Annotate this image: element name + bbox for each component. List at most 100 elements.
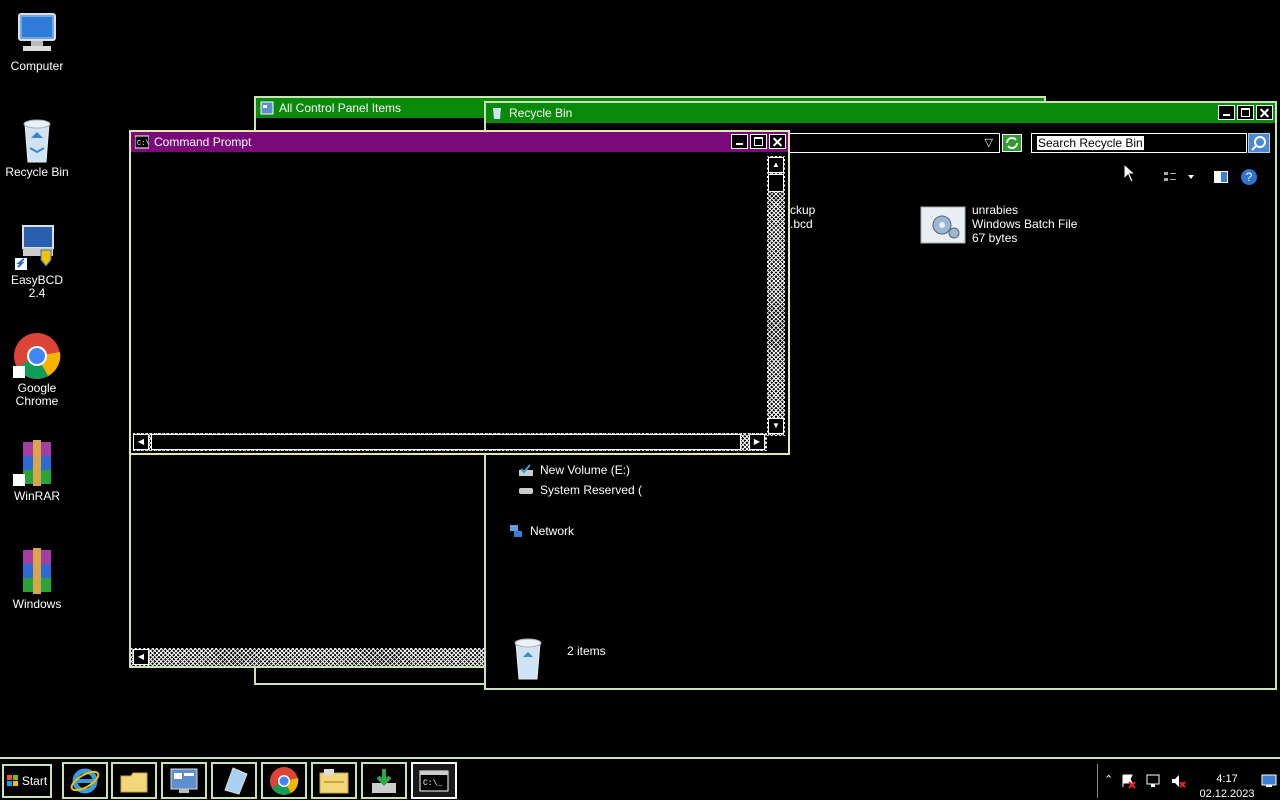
horizontal-scrollbar[interactable]: ◀ ▶ <box>133 433 767 451</box>
refresh-button[interactable] <box>1002 134 1022 152</box>
chrome-icon <box>270 766 299 795</box>
taskbar: Start C:\_ ⌃ 4:17 02.12.2023 <box>0 757 1280 800</box>
taskbar-file-explorer[interactable] <box>311 762 357 799</box>
desktop-icon-label: EasyBCD 2.4 <box>10 273 63 300</box>
volume-muted-icon[interactable] <box>1170 773 1186 789</box>
vertical-scrollbar[interactable]: ▲ ▼ <box>767 156 785 436</box>
desktop-icon-label: Recycle Bin <box>5 165 69 179</box>
windows-logo-icon <box>6 775 18 786</box>
drive-icon <box>519 488 533 494</box>
file-name: unrabies <box>972 203 1019 217</box>
taskbar-notepad[interactable] <box>211 762 257 799</box>
scroll-left-button[interactable]: ◀ <box>133 649 149 665</box>
folder-icon <box>120 772 148 792</box>
easybcd-icon <box>13 224 61 272</box>
file-item-unrabies[interactable]: unrabies Windows Batch File 67 bytes <box>920 203 1120 251</box>
view-options-button[interactable] <box>1162 169 1198 185</box>
command-prompt-lower-area: ◀ <box>129 452 486 668</box>
desktop-icon-windows-archive[interactable]: Windows <box>2 548 72 611</box>
close-button[interactable] <box>1256 105 1273 120</box>
console-output[interactable] <box>135 156 765 434</box>
search-input[interactable]: Search Recycle Bin <box>1031 133 1247 153</box>
cmd-icon: C:\_ <box>419 770 449 791</box>
desktop-icon-easybcd[interactable]: EasyBCD 2.4 <box>2 224 72 300</box>
chrome-icon <box>13 332 61 380</box>
taskbar-control-panel[interactable] <box>161 762 207 799</box>
desktop-icon-chrome[interactable]: Google Chrome <box>2 332 72 408</box>
drive-icon <box>519 464 533 476</box>
desktop-icon-label: Computer <box>10 59 64 73</box>
taskbar-download[interactable] <box>361 762 407 799</box>
help-button[interactable]: ? <box>1240 168 1258 186</box>
action-center-icon[interactable] <box>1120 773 1136 789</box>
maximize-button[interactable] <box>750 134 767 149</box>
system-tray: ⌃ 4:17 02.12.2023 <box>1097 764 1280 800</box>
file-item-partial[interactable]: ckup .bcd <box>790 203 815 231</box>
svg-text:C:\_: C:\_ <box>423 779 442 788</box>
batch-file-icon <box>920 206 966 244</box>
svg-text:C:\: C:\ <box>137 140 149 148</box>
search-button[interactable] <box>1248 133 1270 153</box>
file-explorer-icon <box>319 768 349 793</box>
svg-text:?: ? <box>1246 170 1253 184</box>
close-button[interactable] <box>769 134 786 149</box>
recycle-bin-icon <box>493 108 501 119</box>
desktop-icon-winrar[interactable]: WinRAR <box>2 440 72 503</box>
help-icon: ? <box>1241 169 1257 185</box>
desktop-icon-recycle-bin[interactable]: Recycle Bin <box>2 116 72 179</box>
network-icon <box>510 525 522 537</box>
window-title: Recycle Bin <box>509 106 573 120</box>
preview-pane-icon <box>1214 171 1228 183</box>
scroll-left-button[interactable]: ◀ <box>133 434 149 450</box>
desktop-icon-label: Windows <box>12 597 62 611</box>
scroll-right-button[interactable]: ▶ <box>749 434 765 450</box>
show-hidden-icons-button[interactable]: ⌃ <box>1104 773 1113 786</box>
scroll-thumb[interactable] <box>151 434 741 450</box>
tree-item-new-volume-e[interactable]: New Volume (E:) <box>518 463 630 477</box>
taskbar-chrome[interactable] <box>261 762 307 799</box>
maximize-button[interactable] <box>1237 105 1254 120</box>
status-item-count: 2 items <box>567 644 606 658</box>
control-panel-icon <box>170 768 198 793</box>
mouse-cursor-icon <box>1123 163 1137 183</box>
desktop-icon-label: Google Chrome <box>15 381 59 408</box>
control-panel-icon <box>260 101 274 115</box>
horizontal-scrollbar-track[interactable]: ◀ <box>131 648 484 666</box>
computer-icon <box>13 10 61 58</box>
recycle-bin-icon <box>514 638 542 680</box>
search-icon <box>1251 136 1266 151</box>
chevron-down-icon[interactable]: ▽ <box>985 136 993 149</box>
minimize-button[interactable] <box>1218 105 1235 120</box>
network-tray-icon[interactable] <box>1145 773 1161 789</box>
preview-pane-button[interactable] <box>1213 169 1229 185</box>
show-desktop-icon[interactable] <box>1261 774 1277 788</box>
cmd-icon: C:\ <box>135 135 149 149</box>
window-title: All Control Panel Items <box>279 101 402 115</box>
taskbar-command-prompt[interactable]: C:\_ <box>411 762 457 799</box>
minimize-button[interactable] <box>731 134 748 149</box>
refresh-icon <box>1006 137 1018 149</box>
file-size: 67 bytes <box>972 231 1018 245</box>
internet-explorer-icon <box>70 768 100 793</box>
start-button[interactable]: Start <box>2 764 52 798</box>
clock-time: 4:17 <box>1216 773 1238 785</box>
taskbar-internet-explorer[interactable] <box>62 762 108 799</box>
clock-date: 02.12.2023 <box>1199 788 1255 800</box>
tree-item-network[interactable]: Network <box>508 523 574 539</box>
recycle-bin-titlebar[interactable]: Recycle Bin <box>486 103 1275 123</box>
recycle-bin-icon <box>13 116 61 164</box>
desktop-icon-computer[interactable]: Computer <box>2 10 72 73</box>
scroll-down-button[interactable]: ▼ <box>768 418 784 434</box>
tree-item-system-reserved[interactable]: System Reserved ( <box>518 483 642 497</box>
scroll-up-button[interactable]: ▲ <box>768 157 784 173</box>
view-list-icon <box>1164 172 1194 181</box>
winrar-icon <box>13 440 61 488</box>
command-prompt-window[interactable]: C:\ Command Prompt ▲ ▼ ◀ ▶ <box>129 130 790 455</box>
taskbar-folder[interactable] <box>111 762 157 799</box>
file-type: Windows Batch File <box>972 217 1078 231</box>
command-prompt-titlebar[interactable]: C:\ Command Prompt <box>131 132 788 152</box>
winrar-archive-icon <box>13 548 61 596</box>
desktop-icon-label: WinRAR <box>13 489 60 503</box>
scroll-thumb[interactable] <box>768 174 784 192</box>
clock[interactable]: 4:17 02.12.2023 <box>1187 772 1267 800</box>
